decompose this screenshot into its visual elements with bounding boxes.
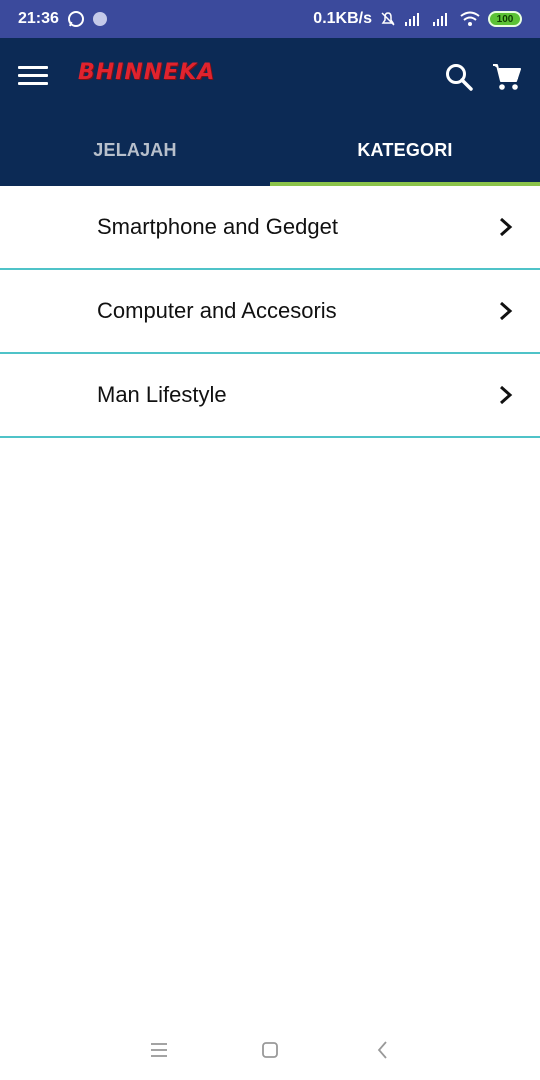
status-right: 0.1KB/s 100 xyxy=(313,10,522,28)
signal-icon xyxy=(433,13,447,26)
system-nav-bar xyxy=(0,1020,540,1080)
back-icon[interactable] xyxy=(373,1040,393,1060)
chevron-right-icon xyxy=(500,301,513,321)
network-speed: 0.1KB/s xyxy=(313,10,372,27)
mute-bell-icon xyxy=(381,12,395,26)
list-item-label: Man Lifestyle xyxy=(97,382,227,407)
whatsapp-icon xyxy=(67,11,84,27)
signal-icon xyxy=(405,13,419,26)
battery-indicator: 100 xyxy=(488,11,522,27)
brand-logo: BHINNEKA xyxy=(78,60,216,85)
cart-icon[interactable] xyxy=(492,62,522,92)
list-item[interactable]: Smartphone and Gedget xyxy=(0,186,540,270)
home-icon[interactable] xyxy=(260,1040,280,1060)
hamburger-icon[interactable] xyxy=(18,66,48,88)
app-bar: BHINNEKA JELAJAH KATEGORI xyxy=(0,38,540,186)
tab-bar: JELAJAH KATEGORI xyxy=(0,114,540,186)
status-left: 21:36 xyxy=(18,10,107,28)
chevron-right-icon xyxy=(500,385,513,405)
search-icon[interactable] xyxy=(444,62,474,92)
tab-kategori[interactable]: KATEGORI xyxy=(270,114,540,186)
tab-label: KATEGORI xyxy=(357,139,453,160)
wifi-icon xyxy=(460,11,480,26)
list-item[interactable]: Computer and Accesoris xyxy=(0,270,540,354)
list-item-label: Smartphone and Gedget xyxy=(97,214,338,239)
notification-dot-icon xyxy=(92,12,107,26)
list-item-label: Computer and Accesoris xyxy=(97,298,337,323)
toolbar: BHINNEKA xyxy=(0,38,540,114)
tab-jelajah[interactable]: JELAJAH xyxy=(0,114,270,186)
status-bar: 21:36 0.1KB/s 100 xyxy=(0,0,540,38)
recent-apps-icon[interactable] xyxy=(149,1040,169,1060)
tab-label: JELAJAH xyxy=(93,139,177,160)
chevron-right-icon xyxy=(500,217,513,237)
status-time: 21:36 xyxy=(18,10,59,27)
category-list: Smartphone and Gedget Computer and Acces… xyxy=(0,186,540,438)
list-item[interactable]: Man Lifestyle xyxy=(0,354,540,438)
